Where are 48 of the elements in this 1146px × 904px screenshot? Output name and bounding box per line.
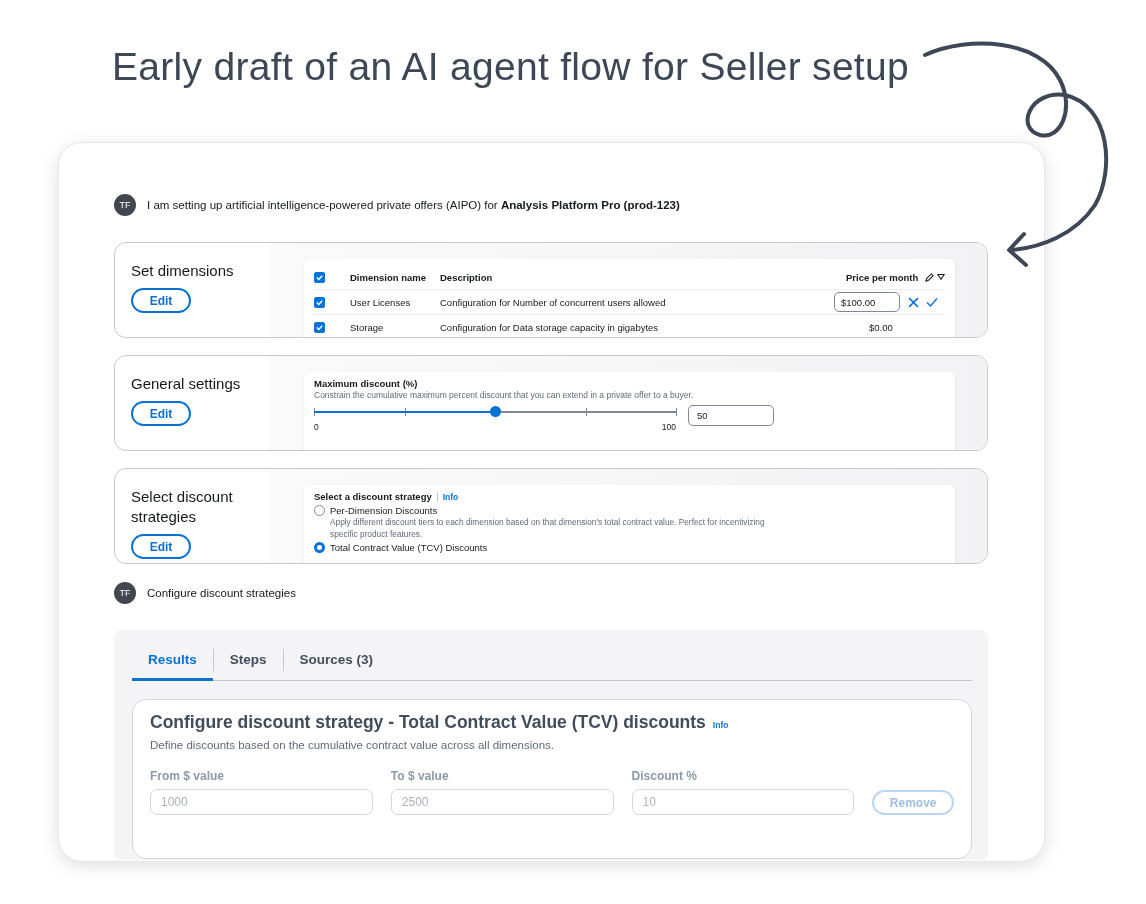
card-description: Define discounts based on the cumulative contract value across all dimensions. xyxy=(150,739,555,751)
tab[interactable]: Sources (3) xyxy=(283,641,390,681)
checkbox[interactable] xyxy=(314,321,325,333)
close-icon[interactable] xyxy=(908,296,919,308)
column-header: Description xyxy=(440,271,494,283)
slider-min-label: 0 xyxy=(314,422,319,432)
tab[interactable]: Results xyxy=(132,641,213,681)
edit-button[interactable]: Edit xyxy=(131,534,191,559)
edit-button[interactable]: Edit xyxy=(131,401,191,426)
filter-icon[interactable] xyxy=(937,273,945,281)
value-input[interactable]: 50 xyxy=(688,405,774,426)
avatar: TF xyxy=(114,194,136,216)
field-label: From $ value xyxy=(150,769,226,783)
radio-button[interactable] xyxy=(314,542,325,553)
table-cell-text: Storage xyxy=(350,321,385,333)
slider-max-label: 100 xyxy=(661,422,676,432)
table-cell-text: Configuration for Number of concurrent users allowed xyxy=(440,296,667,308)
field-label: To $ value xyxy=(390,769,450,783)
step-title: General settings xyxy=(131,374,242,394)
page-title: Early draft of an AI agent flow for Seller setup xyxy=(111,44,910,90)
column-header: Price per month xyxy=(846,271,920,283)
field-label: Select a discount strategy xyxy=(314,491,432,502)
message-text: Configure discount strategies xyxy=(147,587,296,599)
table-cell-text: $0.00 xyxy=(869,321,894,333)
pencil-icon[interactable] xyxy=(925,272,934,282)
slider-handle[interactable] xyxy=(489,406,501,417)
checkmark-icon[interactable] xyxy=(926,296,938,308)
column-header: Dimension name xyxy=(350,271,428,283)
step-title: Set dimensions xyxy=(131,261,235,281)
edit-button[interactable]: Edit xyxy=(131,288,191,313)
table-cell-text: Configuration for Data storage capacity in gigabytes xyxy=(440,321,660,333)
avatar: TF xyxy=(114,582,136,604)
info-link[interactable]: Info xyxy=(442,491,459,502)
checkbox[interactable] xyxy=(314,296,325,308)
field-label: Discount % xyxy=(631,769,698,783)
checkbox[interactable] xyxy=(314,271,325,283)
message-text: I am setting up artificial intelligence-powered private offers (AIPO) for Analysis Platform Pro (prod-123) xyxy=(147,199,680,211)
tab[interactable]: Steps xyxy=(213,641,283,681)
option-label[interactable]: Total Contract Value (TCV) Discounts xyxy=(330,542,488,553)
card-title: Configure discount strategy - Total Contract Value (TCV) discounts xyxy=(150,712,706,733)
field-description: Constrain the cumulative maximum percent discount that you can extend in a private offer to a buyer. xyxy=(314,390,695,400)
price-input[interactable]: $100.00 xyxy=(834,292,900,312)
field-label: Maximum discount (%) xyxy=(314,378,419,389)
option-description: Apply different discount tiers to each dimension based on that dimension's total contract value. Perfect for incentivizing specific product features. xyxy=(330,516,766,540)
step-title: Select discount strategies xyxy=(131,487,234,527)
option-label[interactable]: Per-Dimension Discounts xyxy=(330,505,438,516)
info-link[interactable]: Info xyxy=(712,720,729,730)
table-cell-text: User Licenses xyxy=(350,296,412,308)
